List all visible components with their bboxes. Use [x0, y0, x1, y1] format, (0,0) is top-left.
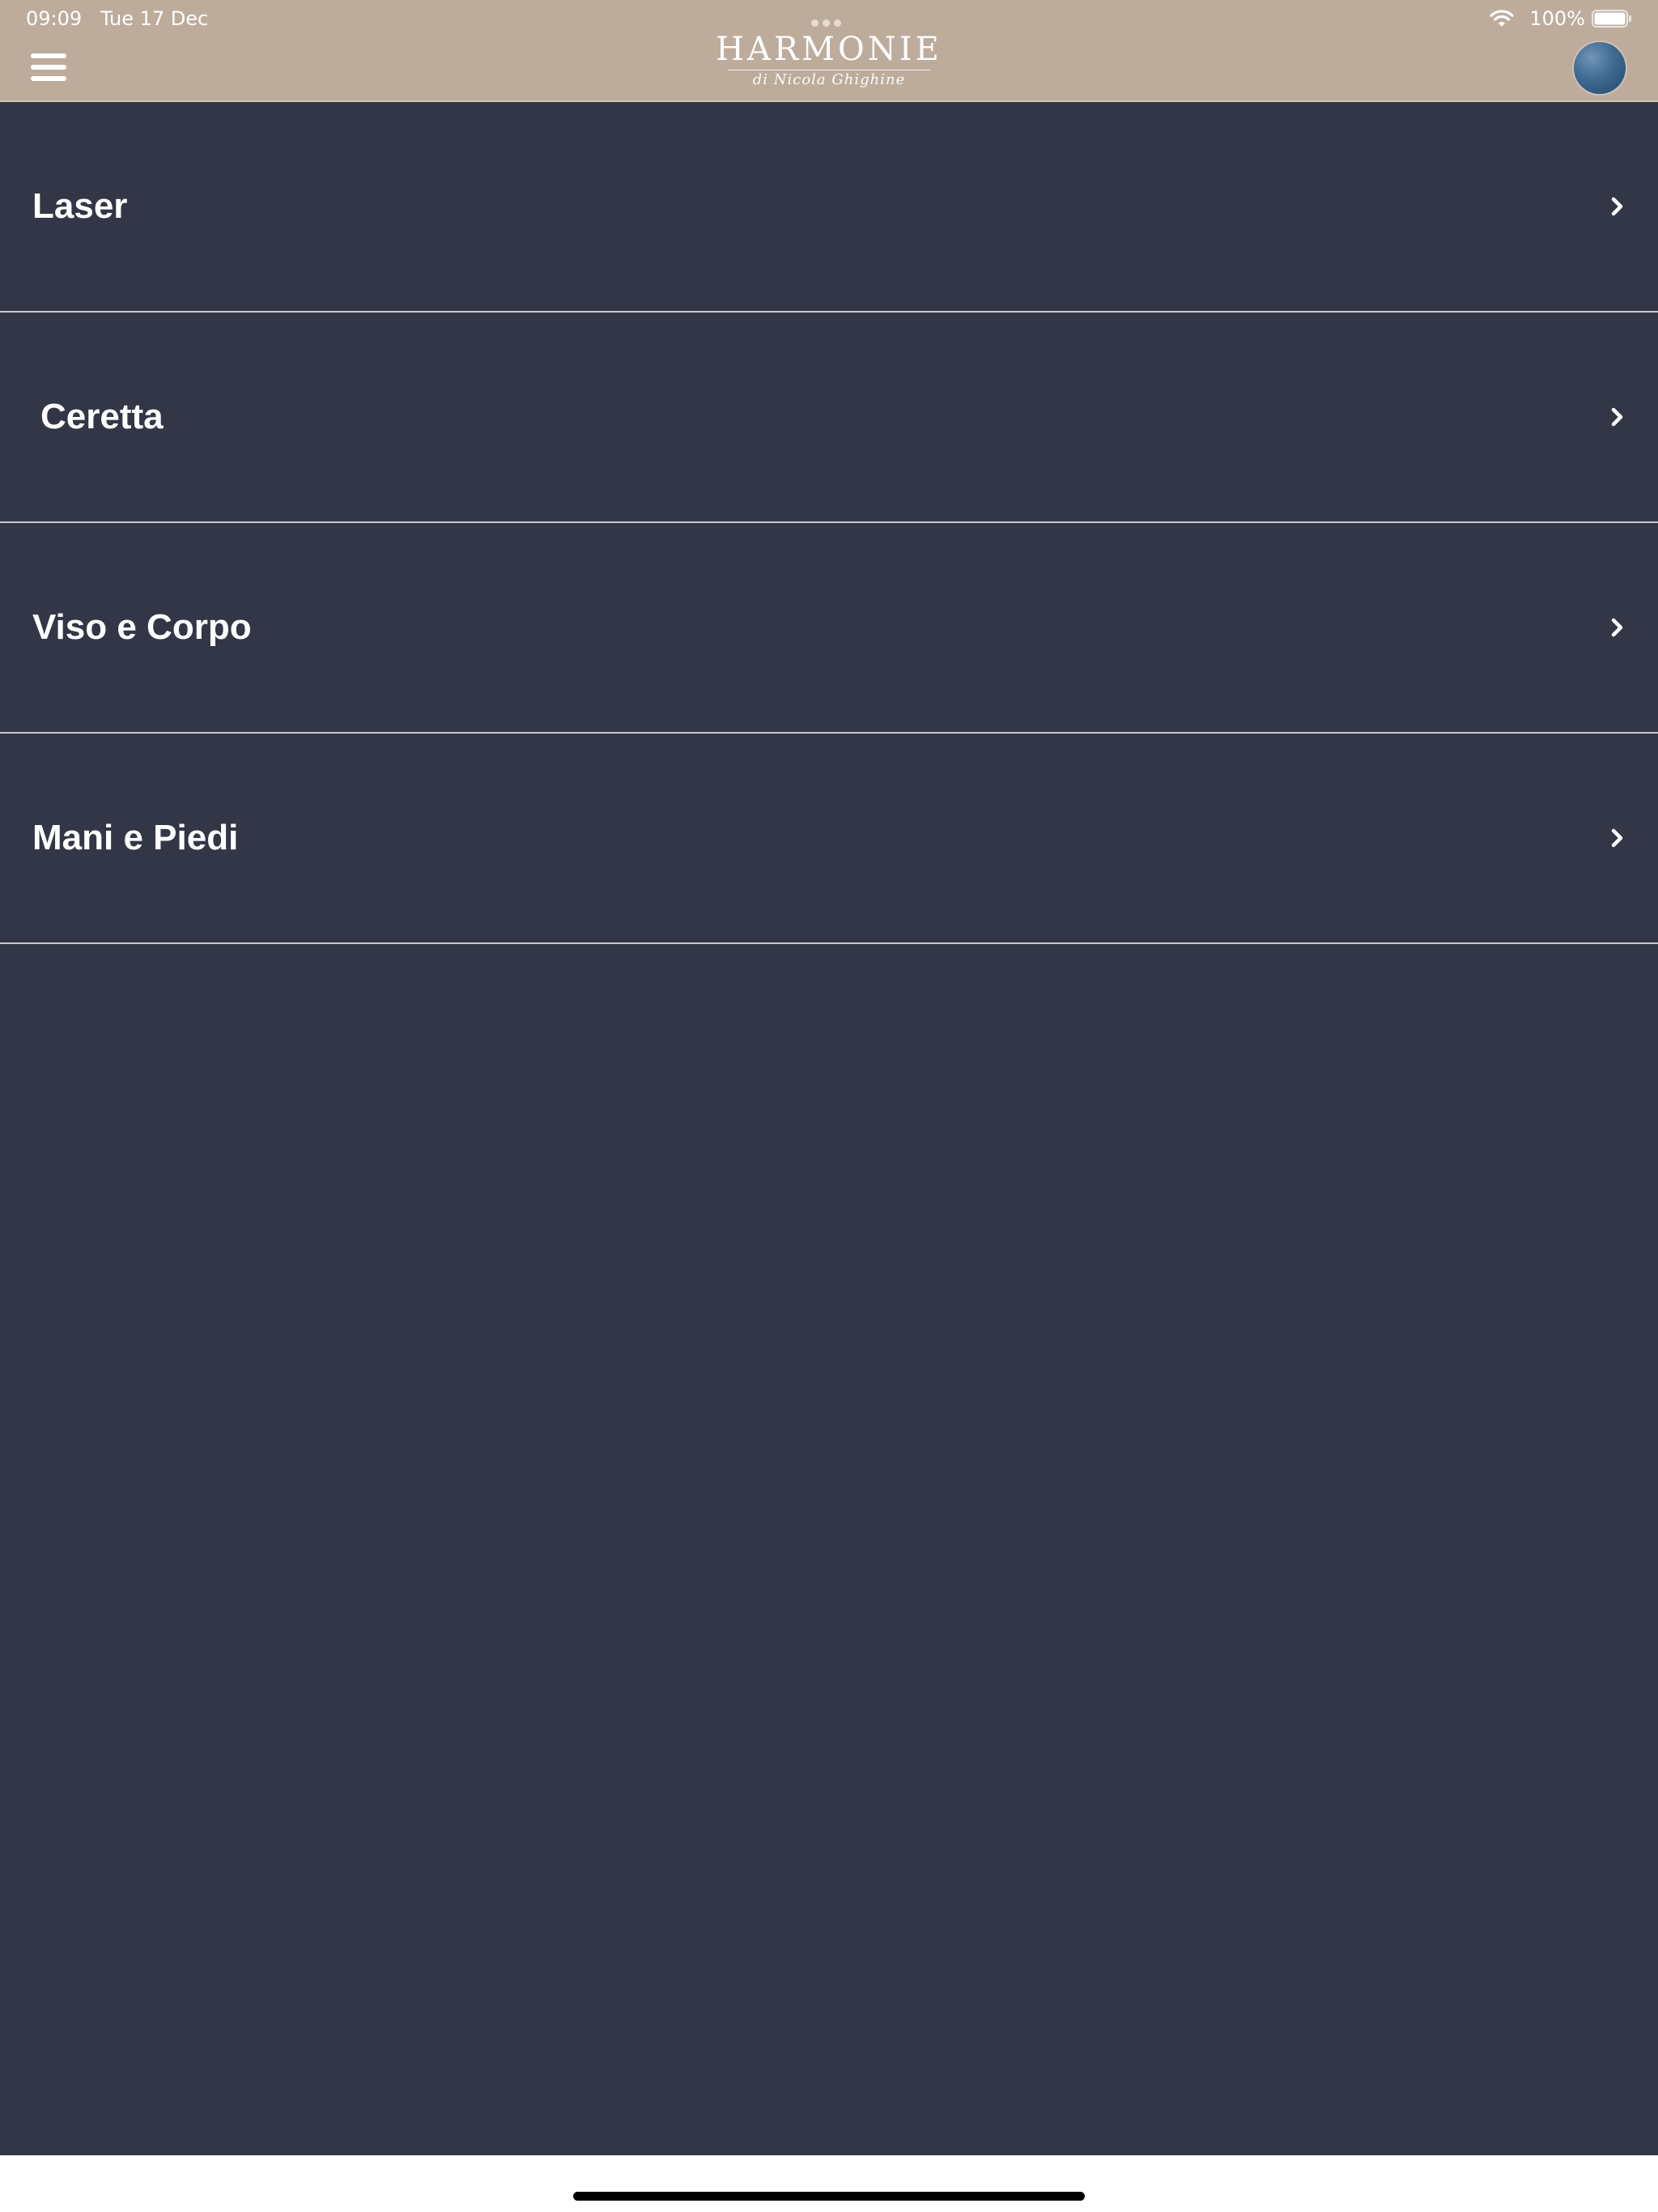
chevron-right-icon	[1611, 828, 1623, 848]
list-item-label: Mani e Piedi	[32, 818, 239, 857]
category-list: Laser Ceretta Viso e Corpo Mani e Piedi	[0, 102, 1658, 2155]
hamburger-menu-icon[interactable]	[31, 53, 68, 81]
app-header: 09:09 Tue 17 Dec 100% HARMONIE di Nicola…	[0, 0, 1658, 102]
multitasking-dots-icon[interactable]	[811, 15, 847, 27]
home-indicator[interactable]	[573, 2192, 1085, 2201]
wifi-icon	[1490, 10, 1514, 27]
status-time: 09:09	[26, 7, 83, 30]
logo-subtitle: di Nicola Ghighine	[752, 71, 906, 88]
battery-percentage: 100%	[1529, 7, 1585, 30]
logo-title: HARMONIE	[716, 31, 942, 68]
profile-avatar[interactable]	[1574, 42, 1626, 94]
list-item-label: Ceretta	[40, 397, 164, 436]
battery-icon	[1592, 10, 1631, 28]
list-item-ceretta[interactable]: Ceretta	[0, 313, 1658, 523]
home-indicator-area	[0, 2155, 1658, 2212]
list-item-mani-e-piedi[interactable]: Mani e Piedi	[0, 734, 1658, 944]
chevron-right-icon	[1611, 197, 1623, 216]
list-item-label: Viso e Corpo	[32, 607, 252, 647]
list-item-label: Laser	[32, 186, 128, 226]
chevron-right-icon	[1611, 618, 1623, 637]
chevron-right-icon	[1611, 407, 1623, 427]
brand-logo: HARMONIE di Nicola Ghighine	[708, 31, 950, 90]
list-item-laser[interactable]: Laser	[0, 102, 1658, 313]
list-item-viso-e-corpo[interactable]: Viso e Corpo	[0, 523, 1658, 734]
status-date: Tue 17 Dec	[100, 7, 209, 30]
